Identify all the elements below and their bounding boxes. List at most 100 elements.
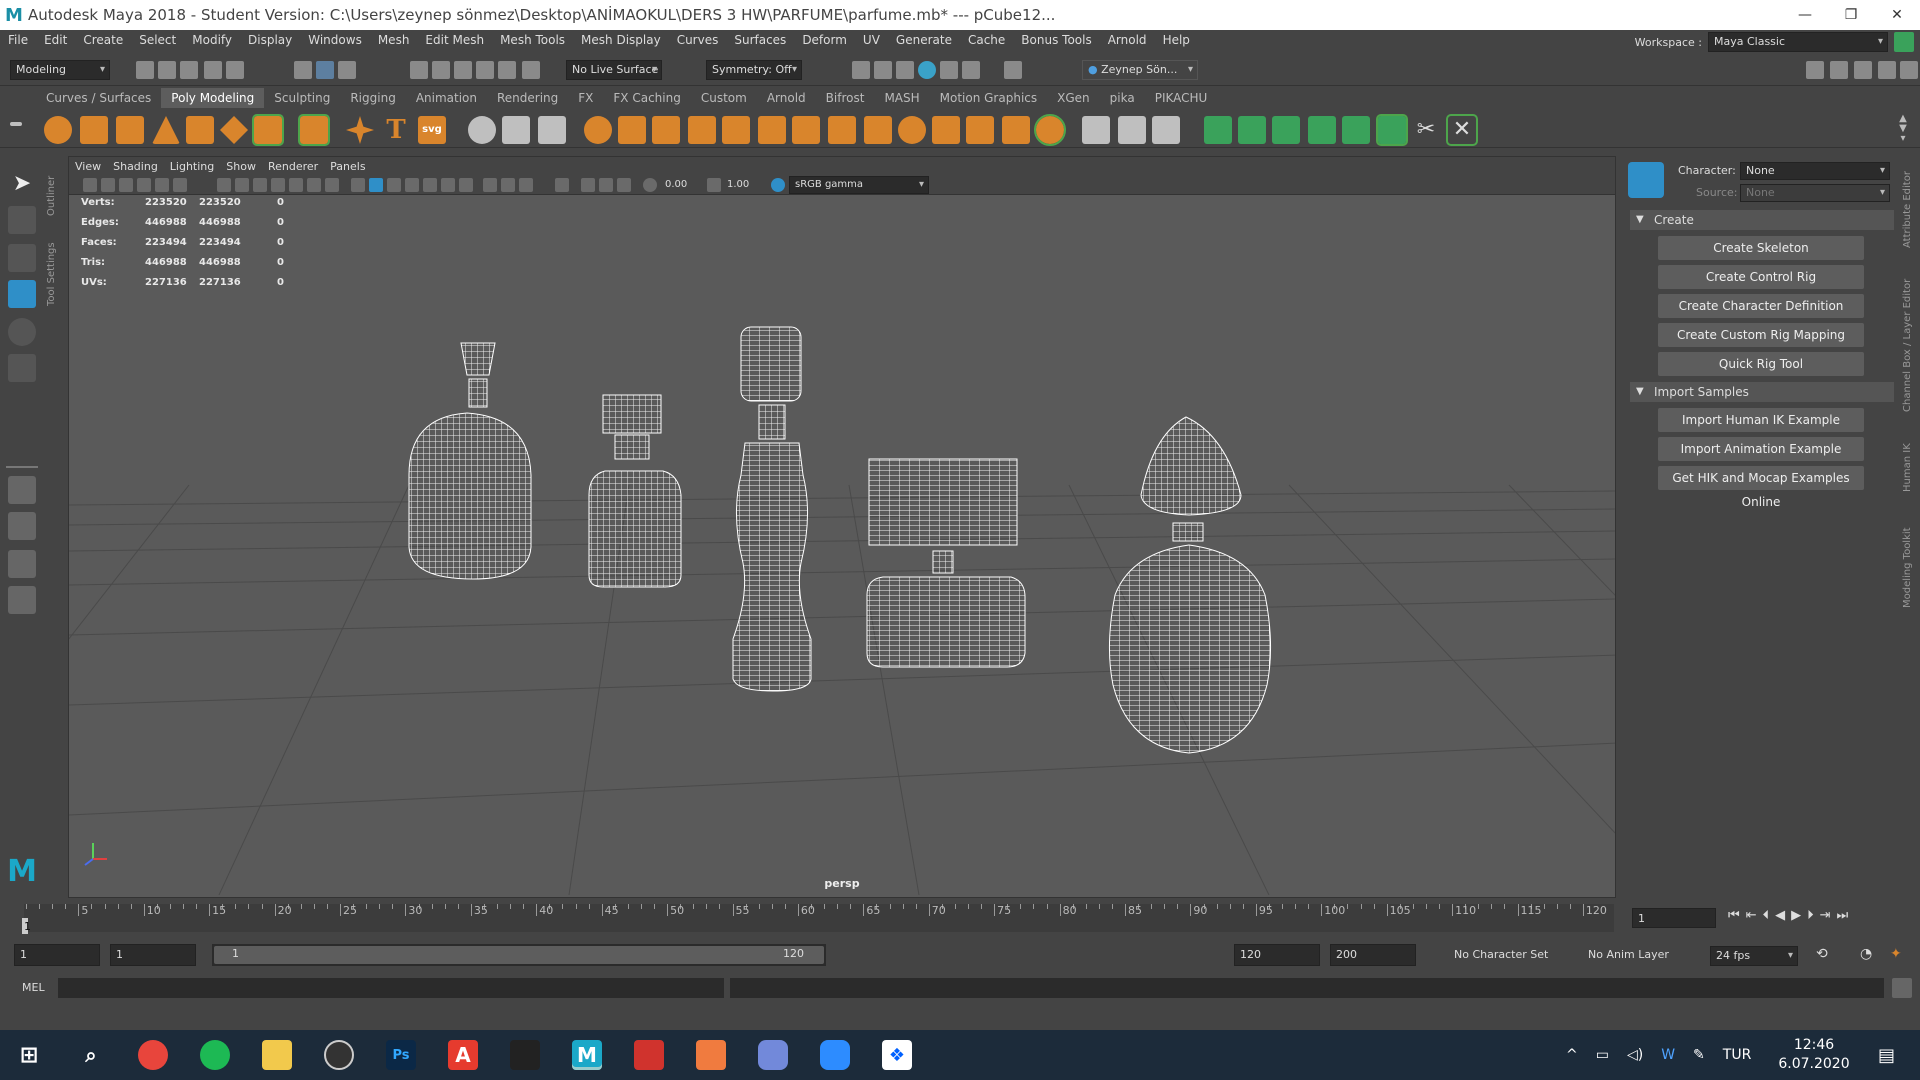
poly-type-icon[interactable]: T — [382, 116, 410, 144]
shelf-tab-animation[interactable]: Animation — [406, 88, 487, 108]
language-indicator[interactable]: TUR — [1723, 1047, 1752, 1063]
modeling-toolkit-icon[interactable] — [1806, 61, 1824, 79]
unfold-icon[interactable] — [1376, 114, 1408, 146]
current-frame-field[interactable]: 1 — [1632, 908, 1716, 928]
tray-expand-icon[interactable]: ^ — [1566, 1047, 1578, 1063]
user-account-dropdown[interactable]: ● Zeynep Sön... — [1082, 60, 1198, 80]
four-view-layout-icon[interactable] — [8, 512, 36, 540]
menu-bonus-tools[interactable]: Bonus Tools — [1013, 33, 1099, 47]
viewport-menu-renderer[interactable]: Renderer — [262, 160, 324, 173]
snap-point-icon[interactable] — [454, 61, 472, 79]
fps-dropdown[interactable]: 24 fps — [1710, 946, 1798, 966]
menu-edit-mesh[interactable]: Edit Mesh — [417, 33, 492, 47]
battery-icon[interactable]: ▭ — [1596, 1047, 1609, 1063]
automatic-map-icon[interactable] — [1342, 116, 1370, 144]
exposure-icon[interactable] — [643, 178, 657, 192]
workspace-dropdown[interactable]: Maya Classic — [1708, 32, 1888, 52]
smooth-icon[interactable] — [584, 116, 612, 144]
poly-cylinder-icon[interactable] — [116, 116, 144, 144]
human-ik-tab[interactable]: Human IK — [1902, 443, 1913, 492]
poly-sphere-icon[interactable] — [44, 116, 72, 144]
playback-end-field[interactable]: 120 — [1234, 944, 1320, 966]
search-icon[interactable]: ⌕ — [76, 1040, 106, 1070]
file-explorer-icon[interactable] — [262, 1040, 292, 1070]
bookmark-icon[interactable] — [119, 178, 133, 192]
menu-mesh[interactable]: Mesh — [370, 33, 418, 47]
select-components-icon[interactable] — [338, 61, 356, 79]
viewport-menu-lighting[interactable]: Lighting — [164, 160, 220, 173]
grid-icon[interactable] — [217, 178, 231, 192]
insert-edge-loop-icon[interactable] — [828, 116, 856, 144]
unity-icon[interactable] — [510, 1040, 540, 1070]
create-section-header[interactable]: Create — [1630, 210, 1894, 230]
snap-curve-icon[interactable] — [432, 61, 450, 79]
target-weld-icon[interactable] — [932, 116, 960, 144]
play-forwards-icon[interactable]: ▶ — [1791, 908, 1801, 928]
select-tool-icon[interactable]: ➤ — [8, 170, 36, 198]
screen-space-ao-icon[interactable] — [483, 178, 497, 192]
scene-canvas[interactable] — [69, 195, 1616, 895]
viewport-menu-panels[interactable]: Panels — [324, 160, 371, 173]
scale-tool-icon[interactable] — [8, 354, 36, 382]
menu-deform[interactable]: Deform — [794, 33, 855, 47]
menu-set-dropdown[interactable]: Modeling — [10, 60, 110, 80]
wireframe-on-shaded-icon[interactable] — [405, 178, 419, 192]
shelf-tab-pikachu[interactable]: PIKACHU — [1145, 88, 1218, 108]
spherical-map-icon[interactable] — [1308, 116, 1336, 144]
anim-preferences-icon[interactable]: ✦ — [1890, 946, 1902, 962]
range-slider-bar[interactable] — [214, 946, 824, 964]
undo-icon[interactable] — [204, 61, 222, 79]
ppt-app-icon[interactable] — [696, 1040, 726, 1070]
auto-key-icon[interactable]: ◔ — [1860, 946, 1872, 962]
step-forward-frame-icon[interactable]: ⏵ — [1807, 908, 1814, 928]
animation-start-field[interactable]: 1 — [14, 944, 100, 966]
channel-box-tab[interactable]: Channel Box / Layer Editor — [1902, 279, 1913, 412]
step-forward-key-icon[interactable]: ⇥ — [1820, 908, 1831, 928]
menu-create[interactable]: Create — [75, 33, 131, 47]
menu-curves[interactable]: Curves — [669, 33, 727, 47]
go-to-start-icon[interactable]: ⏮ — [1728, 908, 1740, 928]
zoom-icon[interactable] — [820, 1040, 850, 1070]
get-hik-mocap-examples-button[interactable]: Get HIK and Mocap Examples Online — [1658, 466, 1864, 509]
attribute-editor-tab[interactable]: Attribute Editor — [1902, 171, 1913, 248]
shelf-tab-motion-graphics[interactable]: Motion Graphics — [930, 88, 1048, 108]
viewport-menu-show[interactable]: Show — [220, 160, 262, 173]
xray-icon[interactable] — [581, 178, 595, 192]
shelf-tab-mash[interactable]: MASH — [874, 88, 929, 108]
maya-taskbar-icon[interactable]: M — [572, 1040, 602, 1070]
single-perspective-layout-icon[interactable] — [8, 476, 36, 504]
shelf-tab-arnold[interactable]: Arnold — [757, 88, 816, 108]
create-control-rig-button[interactable]: Create Control Rig — [1658, 265, 1864, 289]
step-back-frame-icon[interactable]: ⏴ — [1763, 908, 1770, 928]
append-polygon-icon[interactable] — [792, 116, 820, 144]
bridge-icon[interactable] — [652, 116, 680, 144]
quad-draw-icon[interactable] — [966, 116, 994, 144]
merge-icon[interactable] — [722, 116, 750, 144]
shelf-tab-curves-surfaces[interactable]: Curves / Surfaces — [36, 88, 161, 108]
shelf-tab-bifrost[interactable]: Bifrost — [816, 88, 875, 108]
motion-blur-icon[interactable] — [501, 178, 515, 192]
viewport-menu-view[interactable]: View — [69, 160, 107, 173]
perfume-bottle-5[interactable] — [1108, 416, 1272, 754]
snap-surface-icon[interactable] — [498, 61, 516, 79]
safe-title-icon[interactable] — [325, 178, 339, 192]
shelf-tab-fx-caching[interactable]: FX Caching — [603, 88, 690, 108]
shelf-scroll-icon[interactable]: ▲ ▼ ▾ — [1896, 114, 1910, 146]
create-skeleton-button[interactable]: Create Skeleton — [1658, 236, 1864, 260]
snap-grid-icon[interactable] — [410, 61, 428, 79]
time-slider-track[interactable]: 5 10 15 20 25 30 35 40 45 50 55 60 65 70 75 80 85 90 95 100… — [24, 904, 1614, 932]
chrome-icon[interactable] — [138, 1040, 168, 1070]
shelf-tab-fx[interactable]: FX — [568, 88, 603, 108]
redo-icon[interactable] — [226, 61, 244, 79]
step-back-key-icon[interactable]: ⇤ — [1746, 908, 1757, 928]
photoshop-icon[interactable]: Ps — [386, 1040, 416, 1070]
menu-file[interactable]: File — [0, 33, 36, 47]
svg-tool-icon[interactable]: svg — [418, 116, 446, 144]
range-slider-track[interactable]: 1 120 — [212, 944, 826, 966]
menu-help[interactable]: Help — [1155, 33, 1198, 47]
acrobat-icon[interactable]: A — [448, 1040, 478, 1070]
import-samples-section-header[interactable]: Import Samples — [1630, 382, 1894, 402]
tool-settings-tab[interactable]: Tool Settings — [46, 242, 57, 306]
shelf-tab-pika[interactable]: pika — [1100, 88, 1145, 108]
menu-select[interactable]: Select — [131, 33, 184, 47]
